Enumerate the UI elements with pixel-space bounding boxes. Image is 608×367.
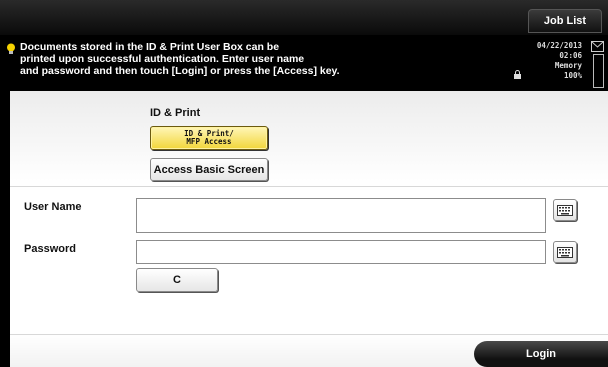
keyboard-icon [557, 246, 573, 258]
message-line: printed upon successful authentication. … [20, 53, 305, 65]
lock-icon [514, 70, 521, 79]
status-time: 02:06 [559, 51, 582, 60]
id-print-title: ID & Print [150, 107, 201, 119]
status-panel: 04/22/2013 02:06 Memory 100% [537, 41, 582, 81]
divider [10, 186, 608, 187]
login-button[interactable]: Login [474, 341, 608, 367]
message-line: Documents stored in the ID & Print User … [20, 41, 280, 53]
password-keyboard-button[interactable] [553, 241, 577, 263]
panel-header-area [10, 91, 608, 181]
message-area: Documents stored in the ID & Print User … [0, 35, 608, 91]
access-basic-screen-button[interactable]: Access Basic Screen [150, 158, 268, 181]
id-print-mfp-access-button[interactable]: ID & Print/ MFP Access [150, 126, 268, 150]
message-line: and password and then touch [Login] or p… [20, 65, 340, 77]
clear-button[interactable]: C [136, 268, 218, 292]
memory-label: Memory [554, 61, 582, 70]
user-name-keyboard-button[interactable] [553, 199, 577, 221]
memory-gauge [593, 54, 604, 88]
memory-value: 100% [563, 71, 582, 80]
user-name-field[interactable] [136, 198, 546, 233]
screen: Job List Documents stored in the ID & Pr… [0, 0, 608, 367]
divider [10, 334, 608, 335]
lightbulb-icon [7, 43, 15, 54]
top-bar: Job List [0, 0, 608, 35]
mail-icon [591, 41, 604, 52]
keyboard-icon [557, 204, 573, 216]
status-date: 04/22/2013 [536, 41, 582, 50]
password-field[interactable] [136, 240, 546, 264]
password-label: Password [24, 243, 76, 255]
user-name-label: User Name [24, 201, 82, 213]
job-list-tab[interactable]: Job List [528, 9, 602, 33]
guidance-message: Documents stored in the ID & Print User … [20, 41, 460, 77]
button-label-line: MFP Access [186, 137, 232, 146]
